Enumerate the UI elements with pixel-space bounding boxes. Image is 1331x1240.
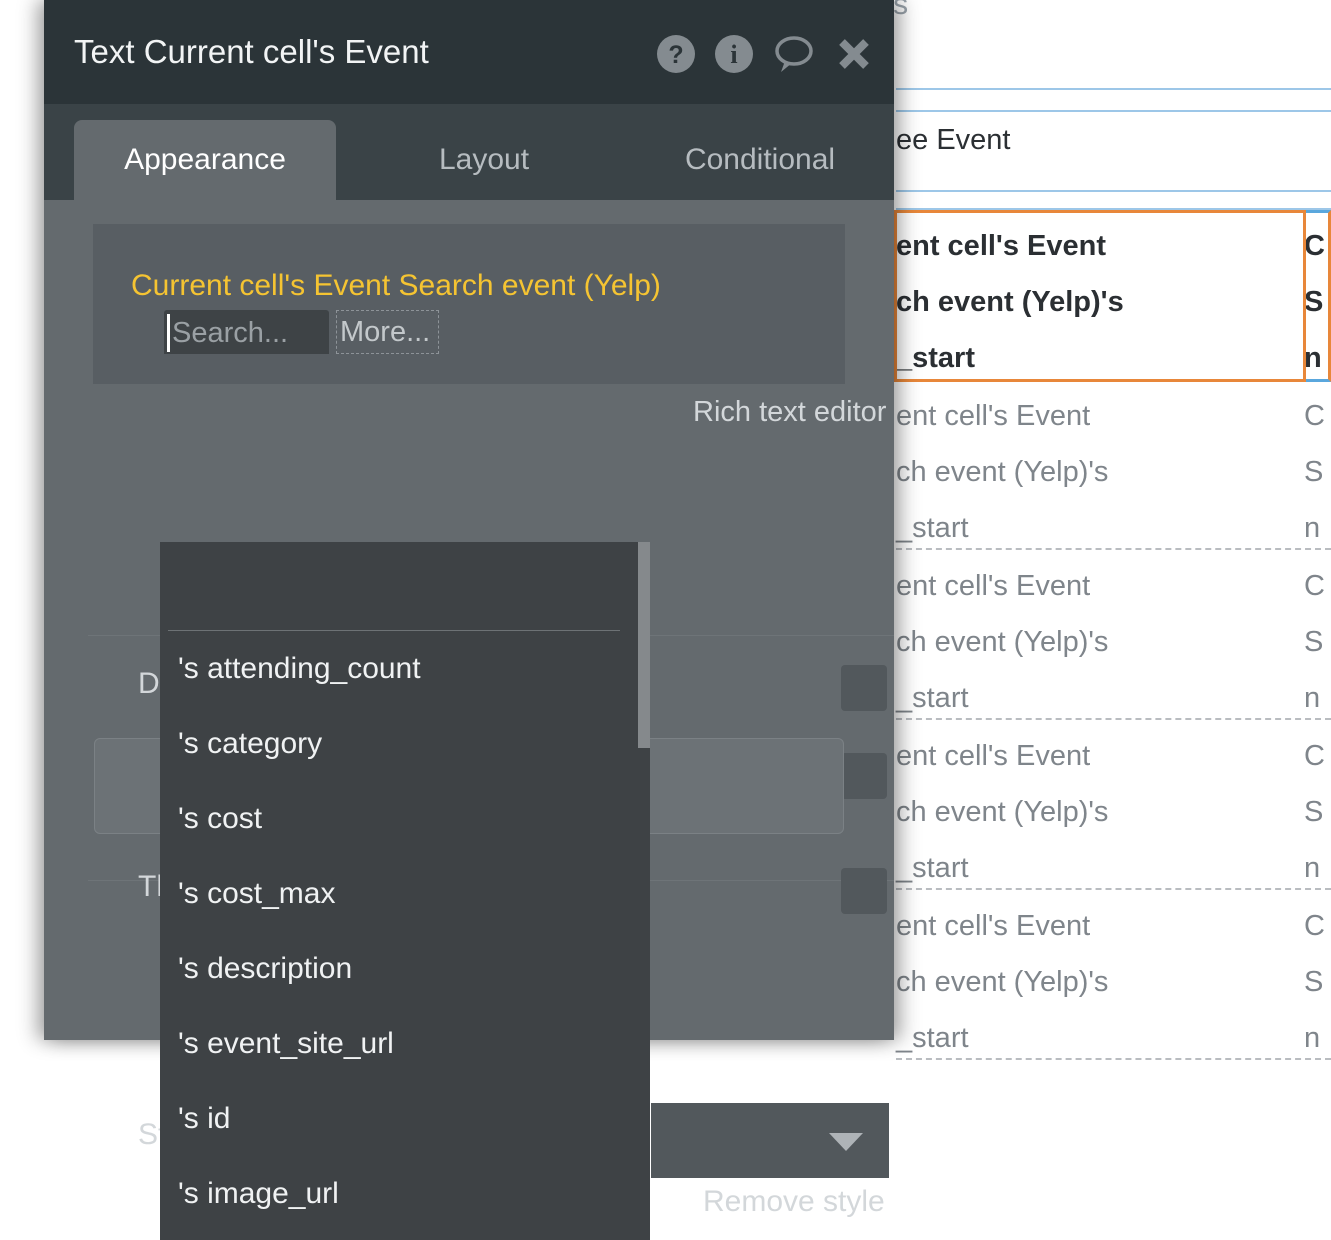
more-button[interactable]: More...	[336, 310, 439, 354]
background-divider-1	[896, 88, 1331, 90]
table-cell-expression: ent cell's Event ch event (Yelp)'s _star…	[896, 388, 1108, 556]
svg-text:?: ?	[668, 41, 683, 69]
autocomplete-item[interactable]: 's event_site_url	[160, 1006, 650, 1081]
table-row[interactable]: ent cell's Event ch event (Yelp)'s _star…	[896, 890, 1331, 1060]
comment-icon[interactable]	[772, 34, 816, 79]
table-row[interactable]: ent cell's Event ch event (Yelp)'s _star…	[896, 720, 1331, 890]
tab-appearance[interactable]: Appearance	[74, 120, 336, 200]
background-divider-2	[896, 110, 1331, 112]
chevron-down-icon	[829, 1133, 863, 1151]
background-table: ent cell's Event ch event (Yelp)'s _star…	[896, 210, 1331, 1040]
autocomplete-item[interactable]: 's image_url	[160, 1156, 650, 1231]
table-cell-secondary: C S n	[1304, 728, 1325, 896]
dropdown-scrollbar-thumb[interactable]	[638, 542, 650, 748]
autocomplete-item[interactable]: 's id	[160, 1081, 650, 1156]
table-cell-expression: ent cell's Event ch event (Yelp)'s _star…	[896, 218, 1124, 386]
expression-text: Current cell's Event Search event (Yelp)	[131, 269, 661, 303]
row-separator	[896, 1058, 1331, 1060]
more-button-label: More...	[340, 313, 430, 351]
table-cell-expression: ent cell's Event ch event (Yelp)'s _star…	[896, 898, 1108, 1066]
info-icon[interactable]: i	[714, 34, 754, 79]
dialog-header-icons: ? i	[656, 34, 874, 79]
text-caret	[167, 314, 170, 352]
help-icon[interactable]: ?	[656, 34, 696, 79]
table-cell-secondary: C S n	[1304, 218, 1325, 386]
table-row[interactable]: ent cell's Event ch event (Yelp)'s _star…	[896, 210, 1331, 380]
style-select[interactable]	[651, 1103, 889, 1178]
autocomplete-item[interactable]: 's attending_count	[160, 631, 650, 706]
background-divider-3	[896, 190, 1331, 192]
checkbox-rich-text-editor[interactable]	[841, 665, 887, 711]
autocomplete-item[interactable]: 's description	[160, 931, 650, 1006]
tab-conditional[interactable]: Conditional	[630, 120, 890, 200]
checkbox-second-option[interactable]	[841, 753, 887, 799]
field-label-data: D	[138, 667, 160, 701]
search-input[interactable]: Search...	[164, 310, 329, 354]
table-row[interactable]: ent cell's Event ch event (Yelp)'s _star…	[896, 550, 1331, 720]
autocomplete-header-pad	[160, 542, 650, 630]
table-cell-expression: ent cell's Event ch event (Yelp)'s _star…	[896, 558, 1108, 726]
checkbox-third-option[interactable]	[841, 868, 887, 914]
table-cell-secondary: C S n	[1304, 898, 1325, 1066]
rich-text-editor-label: Rich text editor	[693, 396, 886, 429]
dialog-header: Text Current cell's Event ? i	[44, 0, 894, 104]
dialog-body: Current cell's Event Search event (Yelp)…	[44, 200, 894, 1040]
dropdown-scrollbar[interactable]	[638, 542, 650, 1240]
expression-composer[interactable]: Current cell's Event Search event (Yelp)…	[93, 224, 845, 384]
tab-layout[interactable]: Layout	[374, 120, 594, 200]
dialog-tabs: Appearance Layout Conditional	[44, 104, 894, 200]
autocomplete-item[interactable]: 's cost_max	[160, 856, 650, 931]
table-cell-expression: ent cell's Event ch event (Yelp)'s _star…	[896, 728, 1108, 896]
dialog-title: Text Current cell's Event	[74, 33, 429, 71]
property-editor-dialog: Text Current cell's Event ? i	[44, 0, 894, 1040]
svg-text:i: i	[730, 40, 737, 69]
remove-style-button[interactable]: Remove style	[703, 1185, 885, 1219]
autocomplete-item[interactable]: 's cost	[160, 781, 650, 856]
close-icon[interactable]	[834, 34, 874, 79]
background-free-text: ee Event	[896, 124, 1010, 157]
table-row[interactable]: ent cell's Event ch event (Yelp)'s _star…	[896, 380, 1331, 550]
table-cell-secondary: C S n	[1304, 388, 1325, 556]
table-cell-secondary: C S n	[1304, 558, 1325, 726]
search-placeholder: Search...	[172, 314, 288, 352]
autocomplete-item[interactable]: 's category	[160, 706, 650, 781]
autocomplete-dropdown: 's attending_count's category's cost's c…	[160, 542, 650, 1240]
autocomplete-list: 's attending_count's category's cost's c…	[160, 631, 650, 1240]
